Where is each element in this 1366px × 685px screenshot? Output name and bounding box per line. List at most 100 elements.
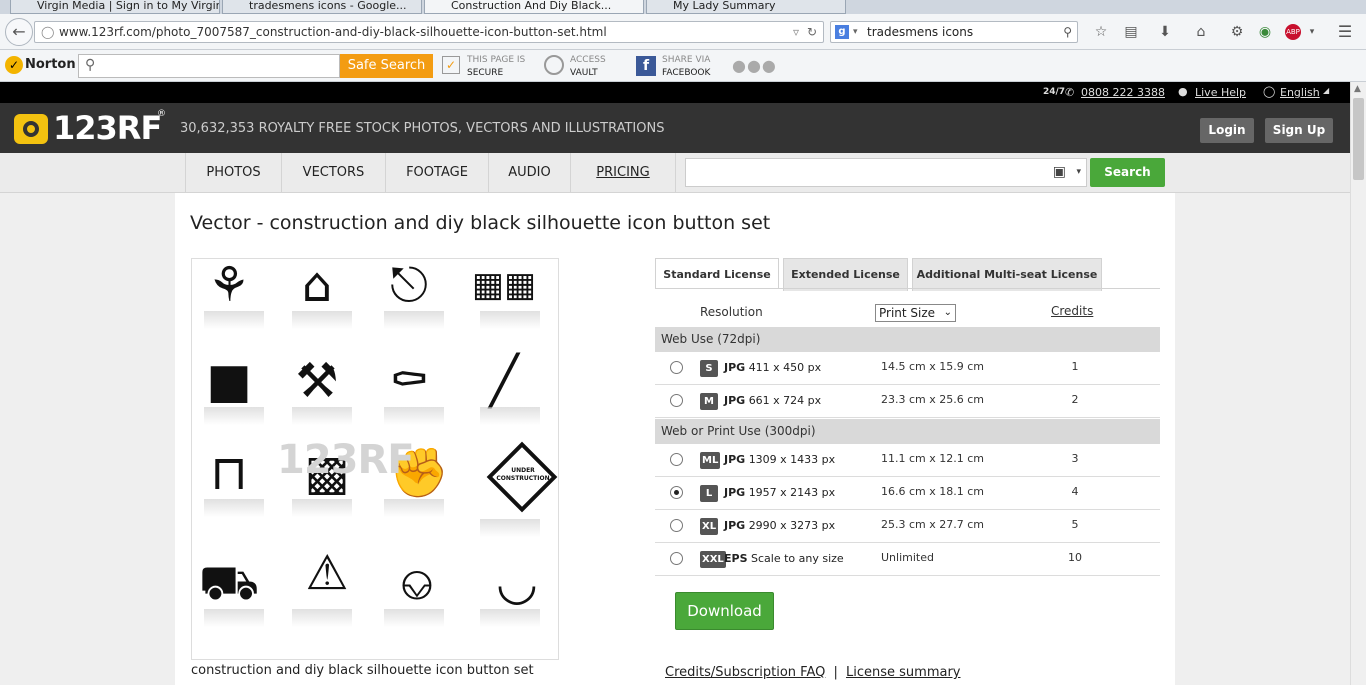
print-size: 25.3 cm x 27.7 cm <box>881 518 985 531</box>
tab-summary[interactable]: My Lady Summary <box>646 0 846 14</box>
site-search-button[interactable]: Search <box>1090 158 1165 187</box>
engine-dropdown-icon[interactable]: ▾ <box>853 22 858 42</box>
scroll-thumb[interactable] <box>1353 98 1364 180</box>
login-button[interactable]: Login <box>1200 118 1254 143</box>
browser-search-box[interactable]: g ▾ tradesmens icons ⚲ <box>830 21 1078 43</box>
credit-cost: 5 <box>1071 518 1079 531</box>
google-icon: g <box>835 25 849 39</box>
nav-vectors[interactable]: VECTORS <box>281 153 385 192</box>
image-search-icon[interactable]: ▣ <box>1053 164 1066 180</box>
section-web-print-use: Web or Print Use (300dpi) <box>655 419 1160 444</box>
back-button[interactable]: ← <box>5 18 33 46</box>
nav-pricing[interactable]: PRICING <box>570 153 676 192</box>
size-badge: XL <box>700 518 719 535</box>
url-bar[interactable]: ◯ www.123rf.com/photo_7007587_constructi… <box>34 21 824 43</box>
navigation-toolbar: ← ◯ www.123rf.com/photo_7007587_construc… <box>0 14 1366 50</box>
credits-header[interactable]: Credits <box>1051 304 1093 318</box>
nav-audio[interactable]: AUDIO <box>488 153 570 192</box>
browser-search-value: tradesmens icons <box>867 25 974 39</box>
tap-icon: ⚰ <box>388 353 430 409</box>
adblock-menu-icon[interactable]: ▾ <box>1303 23 1321 41</box>
size-row-xxl[interactable]: XXL EPS Scale to any size Unlimited 10 <box>655 543 1160 576</box>
globe-icon: ◯ <box>1263 85 1276 98</box>
tab-standard-license[interactable]: Standard License <box>655 258 779 289</box>
nav-photos[interactable]: PHOTOS <box>185 153 281 192</box>
image-search-caret-icon[interactable]: ▾ <box>1076 167 1081 177</box>
image-caption: construction and diy black silhouette ic… <box>191 663 534 678</box>
dropdown-arrow-icon[interactable]: ▿ <box>793 22 799 42</box>
size-radio[interactable] <box>670 361 683 374</box>
secure-check-icon: ✓ <box>442 56 460 74</box>
language-selector[interactable]: English <box>1280 86 1320 99</box>
size-row-s[interactable]: S JPG 411 x 450 px 14.5 cm x 15.9 cm 1 <box>655 352 1160 385</box>
size-row-ml[interactable]: ML JPG 1309 x 1433 px 11.1 cm x 12.1 cm … <box>655 444 1160 477</box>
extension-icon[interactable]: ◉ <box>1256 23 1274 41</box>
bookmark-star-icon[interactable]: ☆ <box>1092 23 1110 41</box>
credits-faq-link[interactable]: Credits/Subscription FAQ <box>665 665 825 680</box>
size-row-xl[interactable]: XL JPG 2990 x 3273 px 25.3 cm x 27.7 cm … <box>655 510 1160 543</box>
pixel-dimensions: 661 x 724 px <box>748 394 822 407</box>
size-radio[interactable] <box>670 552 683 565</box>
size-row-l[interactable]: L JPG 1957 x 2143 px 16.6 cm x 18.1 cm 4 <box>655 477 1160 510</box>
size-radio[interactable] <box>670 519 683 532</box>
size-row-m[interactable]: M JPG 661 x 724 px 23.3 cm x 25.6 cm 2 <box>655 385 1160 418</box>
camera-logo-icon[interactable] <box>14 114 48 144</box>
format-type: JPG <box>724 394 746 407</box>
size-radio[interactable] <box>670 394 683 407</box>
tab-google[interactable]: tradesmens icons - Google... <box>222 0 422 14</box>
clamp-icon: ⊓ <box>210 445 248 501</box>
tab-multi-seat-license[interactable]: Additional Multi-seat License <box>912 258 1102 291</box>
size-badge: S <box>700 360 718 377</box>
tab-virgin-media[interactable]: Virgin Media | Sign in to My Virgin... <box>10 0 220 14</box>
pixel-dimensions: Scale to any size <box>751 552 844 565</box>
page-secure-status[interactable]: THIS PAGE IS SECURE <box>467 54 525 80</box>
site-logo[interactable]: 123RF <box>53 109 162 147</box>
reading-list-icon[interactable]: ▤ <box>1122 23 1140 41</box>
norton-logo: Norton <box>25 57 76 72</box>
nav-footage[interactable]: FOOTAGE <box>385 153 488 192</box>
plunger-pipe-icon: ⎋ <box>390 258 428 313</box>
license-summary-link[interactable]: License summary <box>846 665 961 680</box>
access-vault[interactable]: ACCESS VAULT <box>570 54 606 80</box>
format-label: JPG 1309 x 1433 px <box>724 453 835 466</box>
safe-search-button[interactable]: Safe Search <box>340 54 433 78</box>
magnifier-icon[interactable]: ⚲ <box>1063 22 1072 42</box>
under-construction-text: UNDER CONSTRUCTION <box>496 467 550 482</box>
adblock-icon[interactable]: ABP <box>1285 24 1301 40</box>
settings-gear-icon[interactable]: ⚙ <box>1228 23 1246 41</box>
tab-strip: Virgin Media | Sign in to My Virgin... t… <box>0 0 1366 14</box>
share-facebook[interactable]: SHARE VIA FACEBOOK <box>662 54 710 80</box>
home-icon[interactable]: ⌂ <box>1192 23 1210 41</box>
share-line-1: SHARE VIA <box>662 55 711 65</box>
scroll-up-icon[interactable]: ▲ <box>1354 84 1361 94</box>
download-button[interactable]: Download <box>675 592 774 630</box>
status-line-1: THIS PAGE IS <box>467 55 526 65</box>
size-radio-selected[interactable] <box>670 486 683 499</box>
norton-search-input[interactable]: ⚲ <box>78 54 340 78</box>
tab-extended-license[interactable]: Extended License <box>783 258 908 291</box>
tab-divider <box>655 288 1160 289</box>
downloads-icon[interactable]: ⬇ <box>1156 23 1174 41</box>
print-size: 23.3 cm x 25.6 cm <box>881 393 985 406</box>
image-preview[interactable]: ⚘ ⌂ ⎋ ▦▦ ■ ⚒ ⚰ ╱ ⊓ ▩ ✊ UNDER CONSTRUCTIO… <box>191 258 559 660</box>
house-icon: ⌂ <box>301 258 333 313</box>
reload-icon[interactable]: ↻ <box>807 22 817 42</box>
more-dots-icon[interactable]: ●●● <box>732 56 777 75</box>
bricks-trowel-icon: ▦▦ <box>471 265 537 305</box>
norton-check-icon: ✓ <box>5 56 23 74</box>
live-help-link[interactable]: Live Help <box>1195 86 1246 99</box>
format-type: JPG <box>724 361 746 374</box>
tab-label: tradesmens icons - Google... <box>249 0 407 12</box>
site-search-input[interactable]: ▣ ▾ <box>685 158 1087 187</box>
size-radio[interactable] <box>670 453 683 466</box>
garden-fork-icon: ⚘ <box>207 258 251 313</box>
tab-active[interactable]: Construction And Diy Black... <box>424 0 644 14</box>
resolution-header: Resolution <box>700 305 763 319</box>
phone-number[interactable]: 0808 222 3388 <box>1081 86 1165 99</box>
hamburger-menu-icon[interactable]: ☰ <box>1336 23 1354 41</box>
print-size-select[interactable]: Print Size ⌄ <box>875 304 956 322</box>
norton-toolbar: ✓ Norton ⚲ Safe Search ✓ THIS PAGE IS SEC… <box>0 50 1366 82</box>
signup-button[interactable]: Sign Up <box>1265 118 1333 143</box>
print-size: 16.6 cm x 18.1 cm <box>881 485 985 498</box>
page-scrollbar[interactable]: ▲ <box>1350 82 1366 685</box>
